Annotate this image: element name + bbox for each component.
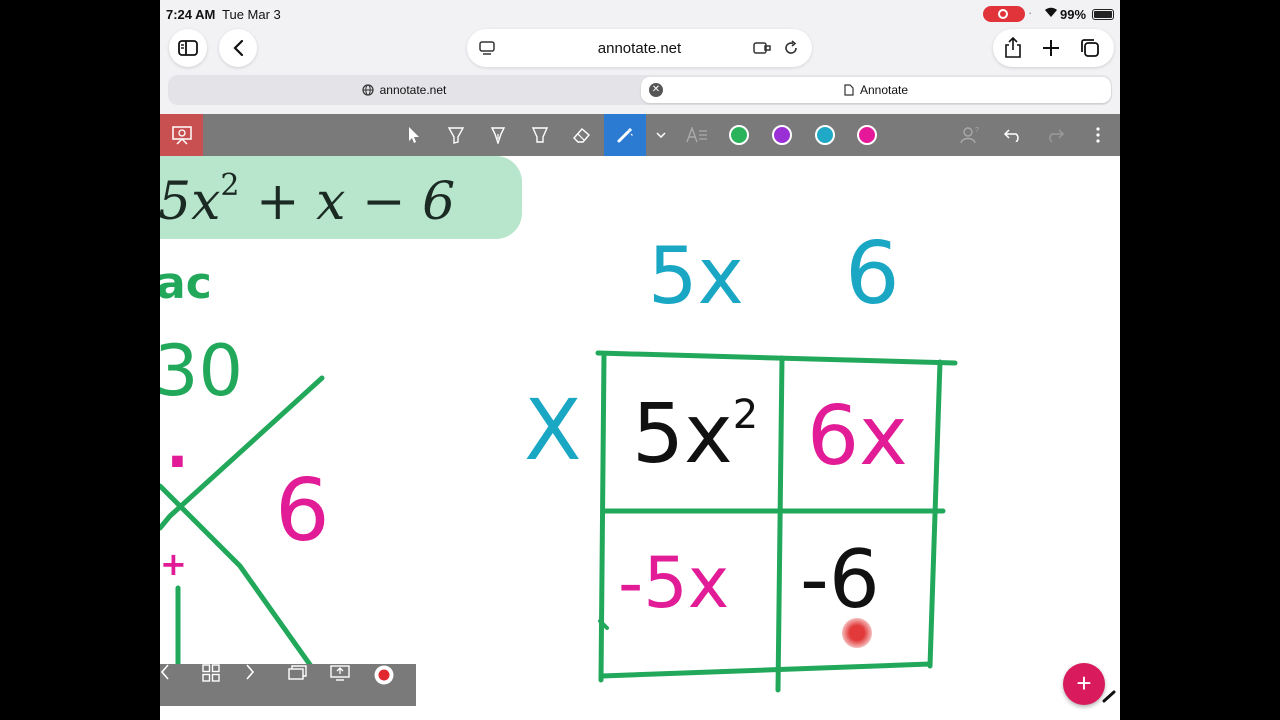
more-options-button[interactable] (1077, 114, 1119, 156)
color-green-swatch[interactable] (729, 125, 749, 145)
color-pink-swatch[interactable] (857, 125, 877, 145)
tool-options-dropdown[interactable] (646, 114, 676, 156)
text-tool[interactable] (676, 114, 718, 156)
sidebar-icon (178, 40, 198, 56)
status-date: Tue Mar 3 (222, 7, 281, 22)
tab-label: annotate.net (379, 83, 447, 97)
wifi-icon (1045, 7, 1057, 17)
tabs-overview-icon[interactable] (1080, 38, 1100, 58)
top-left-factor: 5x (648, 232, 744, 322)
address-bar[interactable]: annotate.net (467, 29, 812, 67)
cell-6x: 6x (807, 389, 908, 484)
laser-pointer-icon (617, 128, 633, 143)
browser-actions (993, 29, 1114, 67)
text-icon (686, 127, 707, 143)
plus-mark: + (160, 545, 187, 583)
grid-icon (202, 664, 220, 682)
add-button[interactable]: + (1063, 663, 1105, 705)
redo-icon (1049, 129, 1065, 142)
undo-button[interactable] (992, 114, 1034, 156)
battery-percent: 99% (1060, 7, 1087, 22)
status-bar: 7:24 AM Tue Mar 3 · 99% (160, 0, 1120, 28)
whiteboard-canvas[interactable]: 5x2 + x − 6 ac 30 · 6 + 5x 6 X 5x2 6x -5… (160, 156, 1120, 720)
marker-icon (531, 127, 549, 143)
user-icon: ? (960, 127, 979, 144)
undo-icon (1003, 129, 1019, 142)
back-button[interactable] (219, 29, 257, 67)
cell-5x2: 5x2 (632, 387, 759, 482)
record-icon (374, 665, 394, 685)
extension-icon[interactable] (753, 41, 771, 55)
reload-icon[interactable] (783, 40, 799, 56)
redo-button[interactable] (1034, 114, 1076, 156)
page-grid-button[interactable] (202, 664, 244, 706)
eraser-tool[interactable] (561, 114, 603, 156)
side-factor: X (524, 381, 582, 479)
stacked-pages-icon (288, 665, 307, 680)
previous-page-button[interactable] (160, 664, 202, 706)
cell-neg-6: -6 (800, 533, 880, 626)
eraser-icon (573, 128, 590, 143)
tab-bar: annotate.net ✕ Annotate (168, 75, 1112, 105)
presentation-button[interactable] (160, 114, 203, 156)
record-button[interactable] (373, 664, 415, 706)
status-time: 7:24 AM (166, 7, 216, 22)
svg-text:?: ? (975, 127, 979, 134)
sidebar-button[interactable] (169, 29, 207, 67)
chevron-down-icon (656, 132, 666, 138)
screen-recording-icon[interactable] (983, 6, 1025, 22)
battery-icon (1092, 9, 1114, 20)
presentation-icon (171, 126, 192, 145)
select-tool[interactable] (393, 114, 435, 156)
ac-label: ac (160, 258, 212, 309)
document-icon (844, 84, 854, 96)
factor-dot: · (166, 427, 189, 497)
participants-button[interactable]: ? (949, 114, 991, 156)
chevron-right-icon (246, 664, 255, 680)
pen-icon (490, 127, 506, 144)
chevron-left-icon (160, 664, 169, 680)
pages-button[interactable] (288, 664, 330, 706)
new-tab-icon[interactable] (1042, 39, 1060, 57)
browser-toolbar: annotate.net annotate.net ✕ Annotate (160, 28, 1120, 114)
laser-pointer-tool[interactable] (604, 114, 646, 156)
screen-share-icon (330, 665, 350, 681)
next-page-button[interactable] (245, 664, 287, 706)
color-purple-swatch[interactable] (772, 125, 792, 145)
cursor-icon (409, 127, 419, 143)
share-icon[interactable] (1004, 37, 1022, 59)
marker-tool[interactable] (519, 114, 561, 156)
tab-annotate[interactable]: ✕ Annotate (641, 77, 1111, 103)
highlighter-icon (447, 127, 465, 144)
laser-pointer-dot (842, 618, 872, 648)
tab-annotate-net[interactable]: annotate.net (168, 77, 640, 103)
factor-right: 6 (275, 461, 330, 561)
tab-label: Annotate (859, 83, 909, 97)
top-right-factor: 6 (845, 224, 900, 324)
pen-tool[interactable] (477, 114, 519, 156)
globe-icon (362, 84, 374, 96)
chevron-left-icon (233, 39, 244, 57)
highlighter-tool[interactable] (435, 114, 477, 156)
share-screen-button[interactable] (330, 664, 372, 706)
page-navigation-bar (160, 664, 416, 706)
product-value: 30 (160, 330, 244, 412)
close-tab-icon[interactable]: ✕ (649, 83, 663, 97)
color-blue-swatch[interactable] (815, 125, 835, 145)
more-icon: · (1028, 5, 1033, 20)
cell-neg-5x: -5x (618, 542, 730, 624)
ipad-screen: 7:24 AM Tue Mar 3 · 99% annotate.net ann… (160, 0, 1120, 720)
annotate-toolbar: ? (160, 114, 1120, 156)
more-vertical-icon (1096, 127, 1100, 143)
